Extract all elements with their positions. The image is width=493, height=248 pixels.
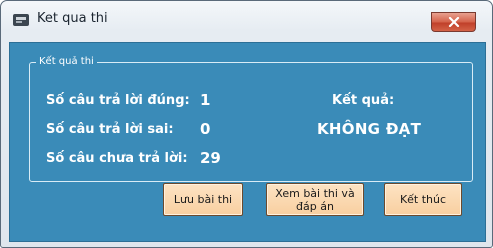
result-value: KHÔNG ĐẠT [317,120,422,138]
unanswered-label: Số câu chưa trả lời: [46,151,188,166]
save-exam-label: Lưu bài thi [173,193,233,206]
finish-label: Kết thúc [399,193,447,206]
unanswered-value: 29 [200,149,221,167]
window-title: Ket qua thi [37,11,108,26]
groupbox-legend: Kết quả thi [36,56,97,67]
close-button[interactable] [431,12,476,32]
title-bar[interactable]: Ket qua thi [1,1,492,37]
finish-button[interactable]: Kết thúc [384,183,462,216]
review-exam-label: Xem bài thi và đáp án [275,186,355,213]
correct-answers-label: Số câu trả lời đúng: [46,93,190,108]
result-groupbox: Kết quả thi Số câu trả lời đúng: 1 Số câ… [29,56,473,182]
client-area: Kết quả thi Số câu trả lời đúng: 1 Số câ… [9,42,486,242]
review-exam-button[interactable]: Xem bài thi và đáp án [266,183,364,216]
app-window-icon [13,14,29,26]
close-icon [448,17,459,27]
save-exam-button[interactable]: Lưu bài thi [163,183,243,216]
wrong-answers-value: 0 [200,120,211,138]
wrong-answers-label: Số câu trả lời sai: [46,122,174,137]
result-label: Kết quả: [332,93,395,108]
result-dialog: Ket qua thi Kết quả thi Số câu trả lời đ… [0,0,493,248]
correct-answers-value: 1 [200,91,211,109]
